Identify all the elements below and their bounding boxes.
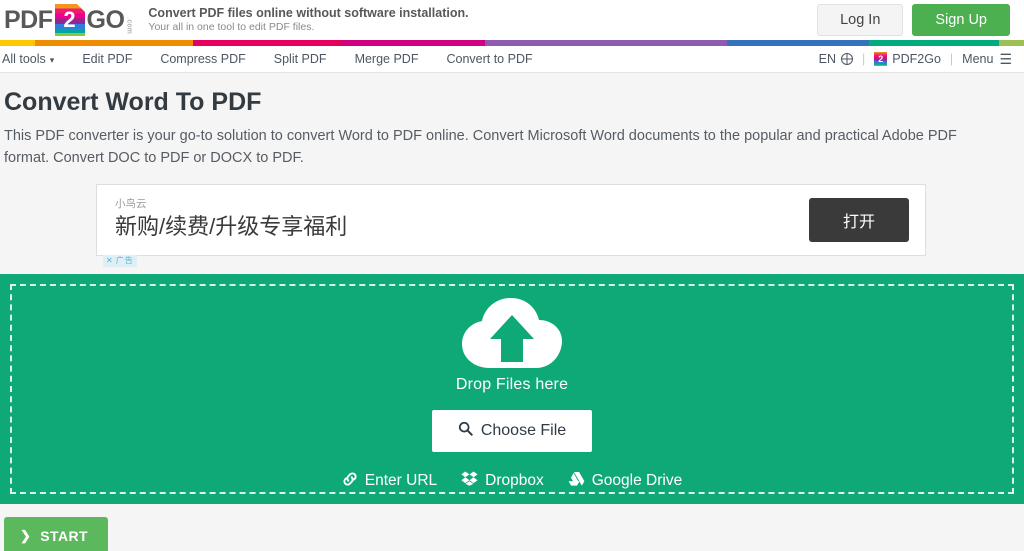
brand-label: PDF2Go — [892, 52, 941, 66]
nav-item-all-tools[interactable]: All tools ▾ — [0, 52, 68, 66]
start-row: ❯ START — [0, 504, 1024, 551]
logo-text-two: 2 — [63, 7, 76, 32]
ad-close-icon[interactable]: ✕ — [106, 256, 114, 266]
menu-button[interactable]: Menu ☰ — [962, 51, 1012, 68]
page-description: This PDF converter is your go-to solutio… — [4, 128, 957, 166]
nav-utilities: EN | 2 PDF2Go | Menu ☰ — [819, 51, 1012, 68]
signup-button[interactable]: Sign Up — [912, 4, 1010, 36]
main-navigation: All tools ▾ Edit PDF Compress PDF Split PDF M… — [0, 46, 1024, 73]
google-drive-icon — [568, 471, 585, 491]
nav-item-label: All tools — [2, 52, 46, 66]
mini-logo-icon: 2 — [874, 52, 888, 66]
header-actions: Log In Sign Up — [817, 4, 1010, 36]
google-drive-link[interactable]: Google Drive — [568, 471, 682, 491]
ad-text-block: 小鸟云 新购/续费/升级专享福利 — [115, 198, 809, 240]
ad-choices-label: 广告 — [115, 255, 134, 265]
hamburger-icon: ☰ — [999, 50, 1012, 67]
logo-dotcom: .com — [125, 16, 133, 34]
nav-item-convert-to-pdf[interactable]: Convert to PDF — [432, 52, 546, 66]
logo-text-pdf: PDF — [4, 5, 53, 34]
nav-item-split-pdf[interactable]: Split PDF — [260, 52, 341, 66]
site-header: PDF 2 GO .com Convert PDF files online w… — [0, 0, 1024, 40]
dropzone-label: Drop Files here — [455, 375, 569, 393]
cloud-upload-icon — [460, 296, 564, 372]
globe-icon — [841, 53, 854, 65]
rainbow-segment-0 — [0, 40, 35, 46]
choose-file-label: Choose File — [480, 421, 567, 439]
source-links: Enter URL Dropbox Google Drive — [342, 471, 682, 492]
logo-text-go: GO — [86, 5, 125, 34]
rainbow-segment-8 — [999, 40, 1024, 46]
menu-label: Menu — [962, 52, 994, 66]
dropbox-label: Dropbox — [485, 472, 544, 489]
logo-document-icon: 2 — [54, 4, 85, 36]
nav-item-compress-pdf[interactable]: Compress PDF — [146, 52, 259, 66]
ad-choices-badge[interactable]: ✕ 广告 — [103, 254, 137, 267]
start-label: START — [40, 527, 88, 544]
start-button[interactable]: ❯ START — [4, 516, 108, 551]
nav-item-label: Edit PDF — [82, 52, 133, 66]
nav-item-label: Split PDF — [273, 52, 327, 66]
rainbow-segment-1 — [35, 40, 193, 46]
pdf2go-logo[interactable]: PDF 2 GO .com — [4, 3, 132, 37]
choose-file-button[interactable]: Choose File — [431, 409, 593, 452]
search-icon — [458, 421, 473, 441]
mini-logo-text: 2 — [878, 53, 884, 64]
rainbow-segment-4 — [485, 40, 727, 46]
nav-item-merge-pdf[interactable]: Merge PDF — [341, 52, 433, 66]
dropbox-link[interactable]: Dropbox — [461, 471, 544, 491]
nav-item-edit-pdf[interactable]: Edit PDF — [68, 52, 146, 66]
chevron-down-icon: ▾ — [49, 55, 55, 65]
rainbow-segment-6 — [869, 40, 999, 46]
link-icon — [342, 471, 358, 492]
dropbox-icon — [461, 471, 478, 491]
language-selector[interactable]: EN — [818, 52, 854, 66]
enter-url-link[interactable]: Enter URL — [342, 471, 437, 492]
chevron-right-icon: ❯ — [20, 527, 32, 543]
rainbow-segment-2 — [193, 40, 341, 46]
enter-url-label: Enter URL — [364, 472, 438, 489]
google-drive-label: Google Drive — [591, 472, 683, 489]
language-label: EN — [818, 52, 837, 66]
rainbow-segment-3 — [341, 40, 485, 46]
nav-item-label: Convert to PDF — [446, 52, 533, 66]
nav-item-label: Merge PDF — [354, 52, 419, 66]
tagline-primary: Convert PDF files online without softwar… — [148, 5, 469, 20]
nav-separator-1: | — [862, 52, 866, 66]
advertisement-container: 小鸟云 新购/续费/升级专享福利 打开 ✕ 广告 — [0, 170, 1024, 267]
page-title: Convert Word To PDF — [4, 88, 262, 116]
advertisement[interactable]: 小鸟云 新购/续费/升级专享福利 打开 ✕ 广告 — [96, 183, 926, 267]
brand-link[interactable]: 2 PDF2Go — [874, 52, 941, 66]
header-tagline: Convert PDF files online without softwar… — [148, 6, 468, 35]
rainbow-segment-5 — [727, 40, 869, 46]
ad-open-button[interactable]: 打开 — [808, 197, 909, 242]
nav-separator-2: | — [949, 52, 954, 66]
page-body: Convert Word To PDF This PDF converter i… — [0, 73, 1024, 551]
nav-item-label: Compress PDF — [160, 52, 246, 66]
file-dropzone[interactable]: Drop Files here Choose File Enter URL Dr… — [0, 273, 1024, 504]
ad-headline: 新购/续费/升级专享福利 — [115, 214, 348, 240]
rainbow-divider — [0, 40, 1024, 46]
login-button[interactable]: Log In — [817, 4, 904, 36]
ad-brand: 小鸟云 — [115, 198, 147, 211]
nav-items: All tools ▾ Edit PDF Compress PDF Split PDF M… — [0, 52, 547, 66]
tagline-secondary: Your all in one tool to edit PDF files. — [148, 21, 315, 34]
